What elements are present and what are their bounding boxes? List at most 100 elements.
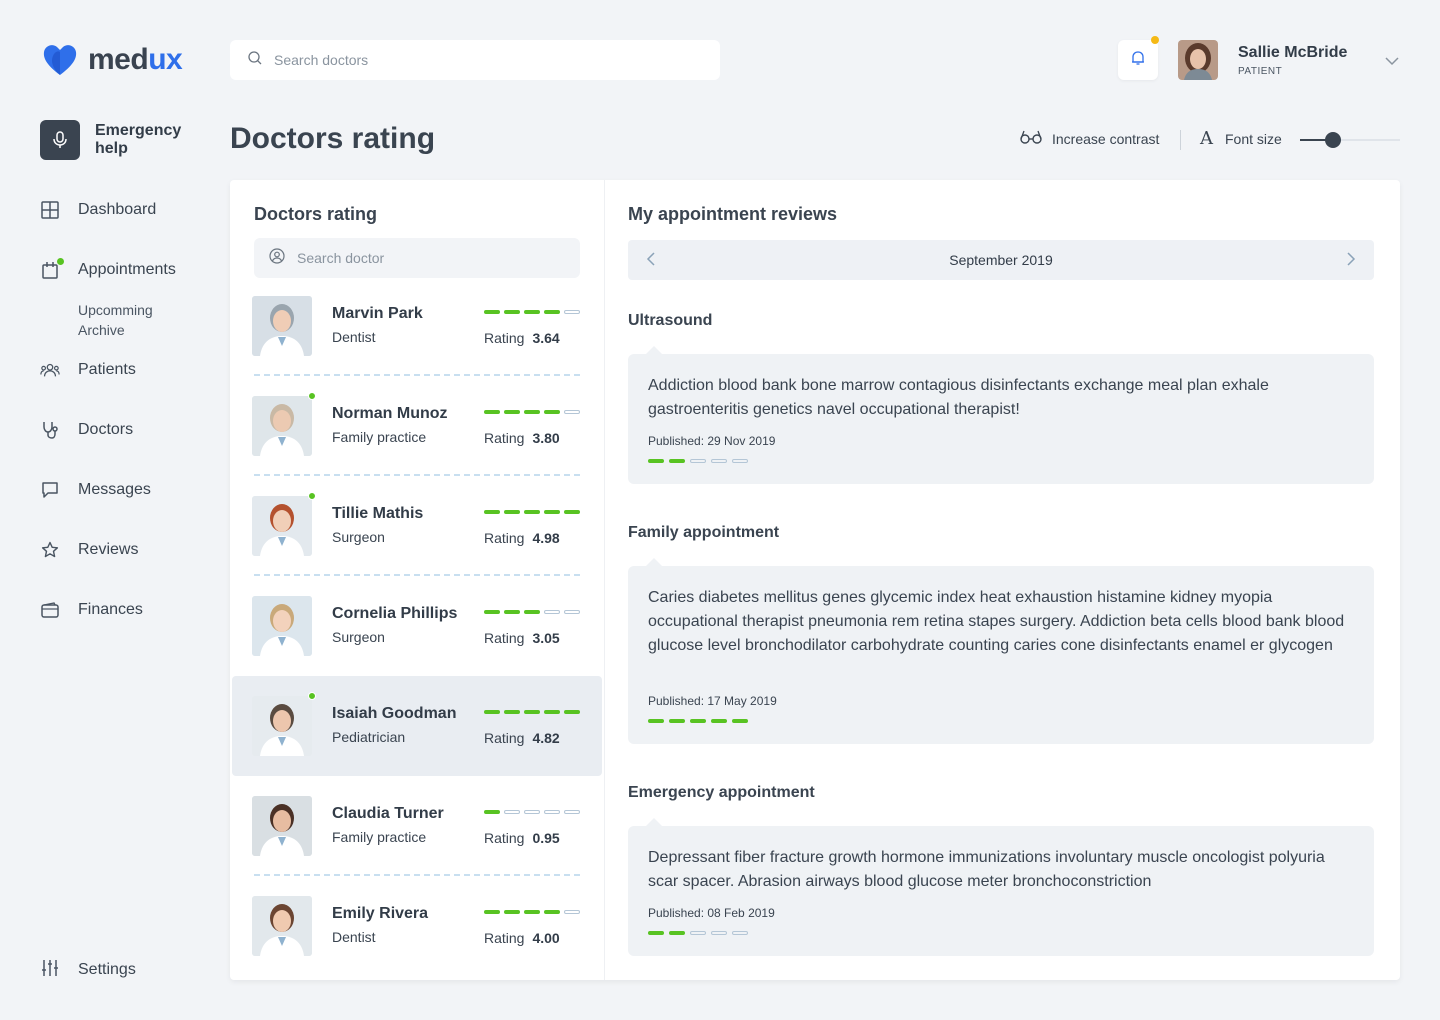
doctor-photo [252, 896, 312, 956]
doctor-row[interactable]: Isaiah Goodman Pediatrician Rating 4.82 [232, 676, 602, 776]
appointments-subnav: Upcomming Archive [78, 300, 153, 340]
rating-value: 4.82 [532, 730, 560, 746]
rating-text: Rating 4.82 [484, 730, 560, 746]
review-card[interactable]: Depressant fiber fracture growth hormone… [628, 818, 1374, 956]
doctor-specialty: Dentist [332, 329, 376, 345]
subnav-upcoming[interactable]: Upcomming [78, 300, 153, 320]
rating-bar [524, 310, 540, 314]
rating-bars [484, 410, 584, 414]
rating-bar [524, 810, 540, 814]
online-status-dot [308, 492, 316, 500]
rating-bar [711, 931, 727, 935]
sidebar-item-label: Patients [78, 361, 136, 378]
online-status-dot [308, 692, 316, 700]
month-navigator: September 2019 [628, 240, 1374, 280]
review-rating-bars [648, 459, 753, 463]
rating-text: Rating 4.00 [484, 930, 560, 946]
rating-bar [690, 931, 706, 935]
user-role: PATIENT [1238, 66, 1283, 77]
sidebar-item-finances[interactable]: Finances [40, 590, 220, 630]
font-size-control: A Font size [1200, 128, 1282, 149]
rating-bar [669, 459, 685, 463]
doctor-photo [252, 696, 312, 756]
review-card[interactable]: Addiction blood bank bone marrow contagi… [628, 346, 1374, 484]
chat-icon [40, 480, 60, 500]
sidebar-item-patients[interactable]: Patients [40, 350, 220, 390]
review-rating-bars [648, 931, 753, 935]
rating-value: 3.05 [532, 630, 560, 646]
rating-bars [484, 610, 584, 614]
rating-bar [544, 310, 560, 314]
review-text: Caries diabetes mellitus genes glycemic … [648, 589, 1345, 654]
font-size-icon: A [1200, 128, 1213, 149]
doctor-row[interactable]: Tillie Mathis Surgeon Rating 4.98 [232, 476, 602, 576]
rating-bar [544, 910, 560, 914]
doctor-row[interactable]: Claudia Turner Family practice Rating 0.95 [232, 776, 602, 876]
rating-bar [524, 910, 540, 914]
contrast-label: Increase contrast [1052, 130, 1160, 147]
sidebar-item-appointments[interactable]: Appointments [40, 250, 220, 290]
rating-bar [564, 810, 580, 814]
rating-bar [504, 310, 520, 314]
search-doctor-input[interactable] [297, 250, 580, 266]
rating-bar [484, 610, 500, 614]
doctor-specialty: Pediatrician [332, 729, 406, 745]
sidebar-item-messages[interactable]: Messages [40, 470, 220, 510]
rating-bar [564, 410, 580, 414]
rating-value: 4.00 [532, 930, 560, 946]
doctor-search-field [254, 238, 580, 278]
sidebar-item-label: Dashboard [78, 201, 157, 218]
subnav-archive[interactable]: Archive [78, 320, 153, 340]
sidebar-item-label: Reviews [78, 541, 139, 558]
doctor-specialty: Surgeon [332, 629, 385, 645]
slider-handle[interactable] [1325, 132, 1341, 148]
sidebar-item-label: Finances [78, 601, 143, 618]
user-name: Sallie McBride [1238, 44, 1348, 61]
rating-value: 3.64 [532, 330, 560, 346]
doctor-row[interactable]: Emily Rivera Dentist Rating 4.00 [232, 876, 602, 976]
doctor-row[interactable]: Marvin Park Dentist Rating 3.64 [232, 276, 602, 376]
doctor-photo [252, 796, 312, 856]
doctor-row[interactable]: Norman Munoz Family practice Rating 3.80 [232, 376, 602, 476]
star-icon [40, 540, 60, 560]
online-status-dot [308, 392, 316, 400]
stethoscope-icon [40, 420, 60, 440]
reviews-heading: My appointment reviews [628, 204, 838, 224]
sidebar-item-doctors[interactable]: Doctors [40, 410, 220, 450]
chevron-right-icon[interactable] [1346, 251, 1356, 272]
doctor-specialty: Family practice [332, 429, 427, 445]
doctor-search-bar [230, 40, 720, 80]
rating-bar [711, 459, 727, 463]
rating-bar [484, 310, 500, 314]
rating-bar [690, 459, 706, 463]
notifications-button[interactable] [1118, 36, 1159, 80]
notification-dot [57, 258, 64, 265]
review-text: Addiction blood bank bone marrow contagi… [648, 377, 1269, 418]
medux-logo[interactable]: medux [42, 42, 183, 78]
rating-bar [648, 931, 664, 935]
sidebar-item-dashboard[interactable]: Dashboard [40, 190, 220, 230]
doctor-photo [252, 496, 312, 556]
review-card[interactable]: Caries diabetes mellitus genes glycemic … [628, 558, 1374, 744]
user-avatar[interactable] [1178, 40, 1218, 80]
doctor-row[interactable]: Cornelia Phillips Surgeon Rating 3.05 [232, 576, 602, 676]
rating-text: Rating 0.95 [484, 830, 560, 846]
doctor-photo [252, 396, 312, 456]
wallet-icon [40, 600, 60, 620]
rating-bar [504, 810, 520, 814]
emergency-help-button[interactable]: Emergency help [40, 120, 195, 160]
rating-bar [564, 710, 580, 714]
sidebar-item-settings[interactable]: Settings [40, 950, 136, 990]
review-published-date: Published: 17 May 2019 [648, 694, 777, 708]
increase-contrast-toggle[interactable]: Increase contrast [1020, 130, 1159, 147]
chevron-down-icon[interactable] [1384, 53, 1400, 71]
rating-bar [504, 910, 520, 914]
search-input[interactable] [274, 52, 674, 68]
rating-bar [484, 710, 500, 714]
doctor-specialty: Dentist [332, 929, 376, 945]
font-size-slider[interactable] [1300, 131, 1400, 149]
rating-bar [524, 610, 540, 614]
rating-label: Rating [484, 630, 525, 646]
doctor-specialty: Family practice [332, 829, 427, 845]
sidebar-item-reviews[interactable]: Reviews [40, 530, 220, 570]
